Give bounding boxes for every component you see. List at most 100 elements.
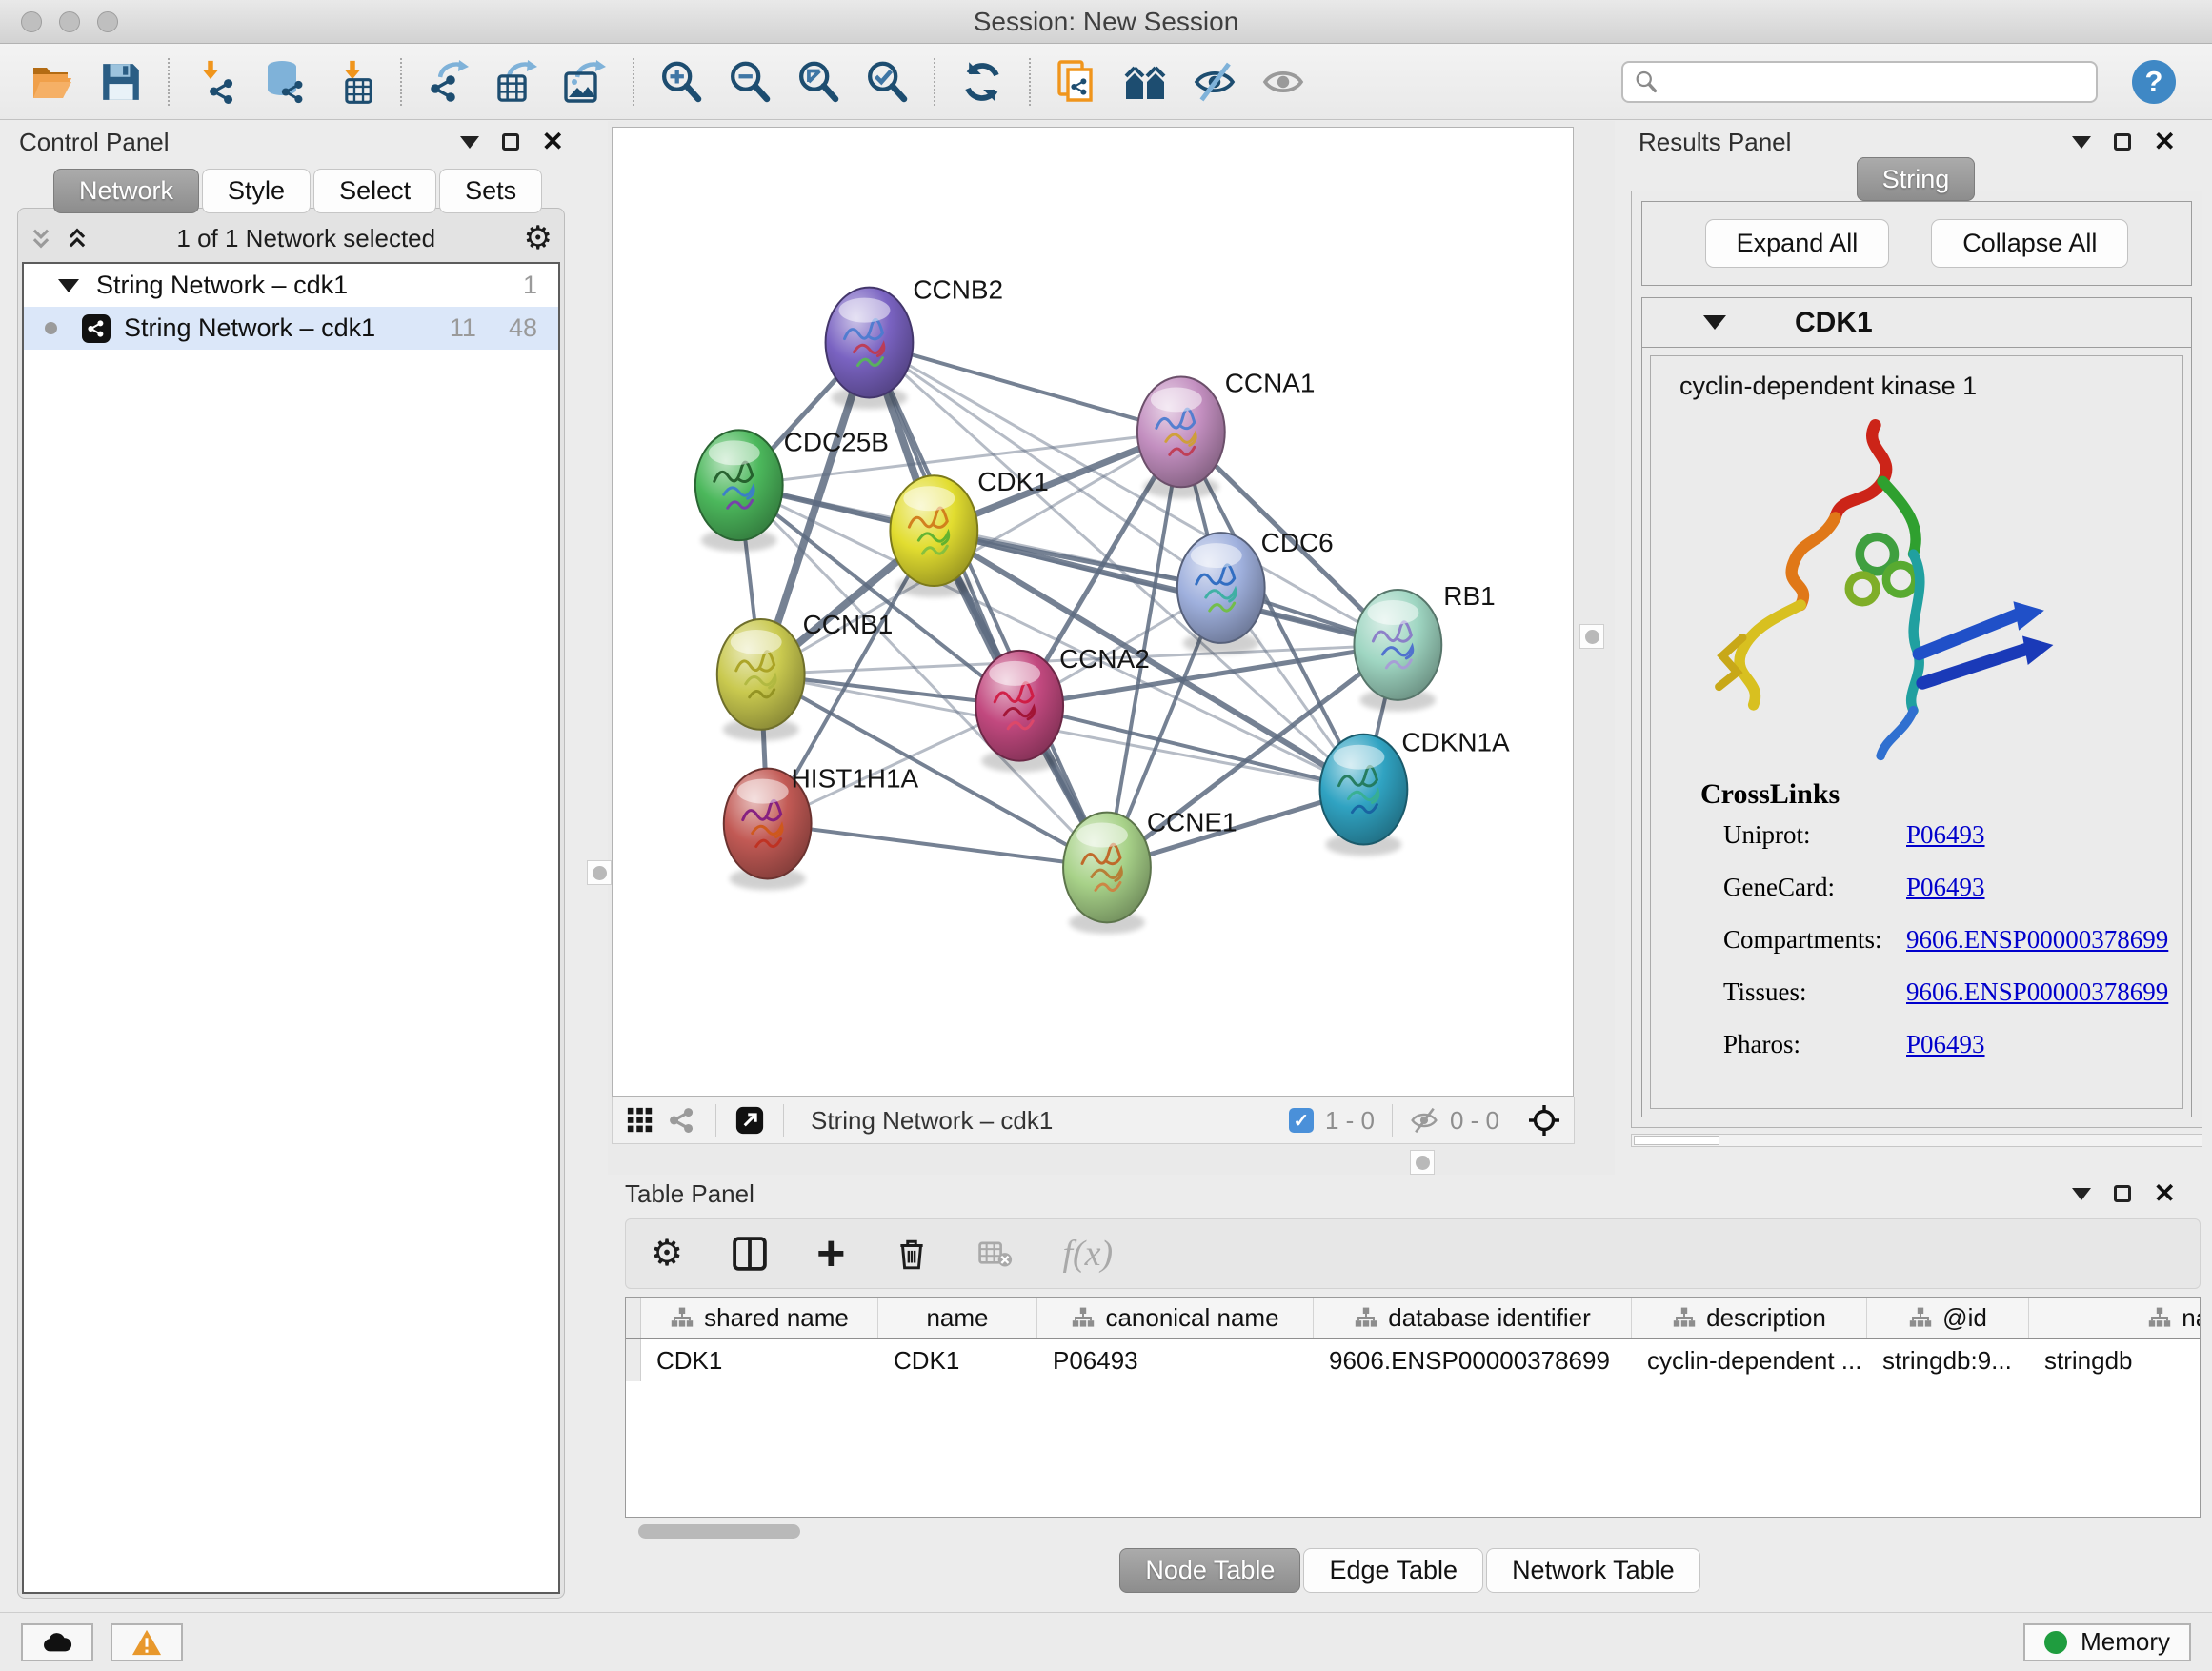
tab-string[interactable]: String	[1857, 157, 1976, 201]
network-row-selected[interactable]: String Network – cdk1 11 48	[24, 307, 558, 350]
hide-selection-button[interactable]	[1185, 54, 1244, 110]
column-header[interactable]: name	[878, 1298, 1037, 1338]
collapse-all-networks-icon[interactable]	[66, 226, 89, 251]
help-button[interactable]: ?	[2132, 60, 2176, 104]
network-options-gear-icon[interactable]: ⚙	[524, 222, 553, 254]
crosslinks-heading: CrossLinks	[1700, 778, 2182, 811]
table-cell[interactable]: 9606.ENSP00000378699	[1314, 1339, 1632, 1381]
crosslink-link[interactable]: P06493	[1906, 873, 1985, 902]
string-network-graph[interactable]: CCNB2CCNA1CDC25BCDK1CDC6RB1CCNB1CCNA2CDK…	[613, 128, 1573, 1096]
warnings-button[interactable]	[111, 1623, 183, 1661]
panel-menu-icon[interactable]	[2072, 136, 2091, 149]
left-splitter-handle[interactable]	[587, 860, 612, 885]
open-session-button[interactable]	[23, 54, 82, 110]
crosslink-link[interactable]: P06493	[1906, 820, 1985, 850]
window-title: Session: New Session	[0, 7, 2212, 37]
table-cell[interactable]: stringdb:9...	[1867, 1339, 2029, 1381]
control-panel-tabs: Network Style Select Sets	[53, 169, 600, 213]
table-cell[interactable]: CDK1	[878, 1339, 1037, 1381]
table-cell[interactable]: CDK1	[641, 1339, 878, 1381]
tab-select[interactable]: Select	[313, 169, 436, 213]
node-label-cdc25b: CDC25B	[784, 427, 889, 456]
zoom-fit-content-button[interactable]	[789, 54, 848, 110]
table-cell[interactable]: P06493	[1037, 1339, 1314, 1381]
column-header[interactable]: description	[1632, 1298, 1867, 1338]
grid-view-icon[interactable]	[626, 1106, 654, 1135]
panel-menu-icon[interactable]	[2072, 1188, 2091, 1200]
toolbar-divider	[400, 58, 402, 106]
show-columns-icon[interactable]	[733, 1237, 767, 1271]
zoom-selected-button[interactable]	[857, 54, 916, 110]
main-toolbar: ?	[0, 44, 2212, 120]
column-header[interactable]: namespace	[2029, 1298, 2201, 1338]
column-header[interactable]: shared name	[641, 1298, 878, 1338]
cloud-status-button[interactable]	[21, 1623, 93, 1661]
import-table-from-file-button[interactable]	[324, 54, 383, 110]
right-splitter-handle[interactable]	[1579, 624, 1604, 649]
tab-edge-table[interactable]: Edge Table	[1303, 1548, 1483, 1593]
crosslink-link[interactable]: P06493	[1906, 1030, 1985, 1059]
search-input[interactable]	[1667, 68, 2084, 95]
panel-close-icon[interactable]: ✕	[542, 129, 564, 155]
table-cell[interactable]: stringdb	[2029, 1339, 2201, 1381]
refresh-view-button[interactable]	[953, 54, 1012, 110]
bottom-splitter-handle[interactable]	[1410, 1150, 1435, 1175]
zoom-in-button[interactable]	[652, 54, 711, 110]
column-header[interactable]: database identifier	[1314, 1298, 1632, 1338]
export-network-button[interactable]	[419, 54, 478, 110]
tab-sets[interactable]: Sets	[439, 169, 542, 213]
panel-float-icon[interactable]	[2114, 1185, 2131, 1202]
memory-status-dot	[2044, 1631, 2067, 1654]
table-options-gear-icon[interactable]: ⚙	[651, 1236, 683, 1272]
network-collection-row[interactable]: String Network – cdk1 1	[24, 264, 558, 307]
collection-expand-icon[interactable]	[58, 279, 79, 292]
table-cell[interactable]: cyclin-dependent ...	[1632, 1339, 1867, 1381]
detach-view-icon[interactable]	[735, 1106, 764, 1135]
network-canvas[interactable]: CCNB2CCNA1CDC25BCDK1CDC6RB1CCNB1CCNA2CDK…	[612, 127, 1574, 1097]
panel-close-icon[interactable]: ✕	[2154, 1180, 2176, 1207]
create-column-icon[interactable]: +	[816, 1237, 845, 1271]
panel-menu-icon[interactable]	[460, 136, 479, 149]
panel-float-icon[interactable]	[2114, 133, 2131, 151]
memory-button[interactable]: Memory	[2023, 1623, 2191, 1661]
save-session-button[interactable]	[91, 54, 151, 110]
panel-float-icon[interactable]	[502, 133, 519, 151]
results-scrollbar[interactable]	[1631, 1134, 2202, 1147]
collection-count: 1	[523, 271, 537, 300]
crosslink-row: Uniprot:P06493	[1723, 820, 2182, 850]
import-network-from-file-button[interactable]	[187, 54, 246, 110]
birds-eye-view-icon[interactable]	[1528, 1104, 1560, 1137]
zoom-out-button[interactable]	[720, 54, 779, 110]
expand-all-button[interactable]: Expand All	[1705, 219, 1890, 268]
search-field[interactable]	[1621, 61, 2098, 103]
tab-network[interactable]: Network	[53, 169, 199, 213]
app-window: Session: New Session	[0, 0, 2212, 1671]
tab-network-table[interactable]: Network Table	[1486, 1548, 1700, 1593]
column-header[interactable]: @id	[1867, 1298, 2029, 1338]
selected-nodes-checkbox[interactable]: ✓	[1289, 1108, 1314, 1133]
tab-node-table[interactable]: Node Table	[1119, 1548, 1300, 1593]
first-neighbors-button[interactable]	[1116, 54, 1176, 110]
import-network-from-database-button[interactable]	[255, 54, 314, 110]
crosslink-link[interactable]: 9606.ENSP00000378699	[1906, 977, 2168, 1007]
node-label-ccnb2: CCNB2	[913, 275, 1003, 305]
protein-collapse-icon[interactable]	[1703, 315, 1726, 330]
shared-column-icon	[670, 1306, 694, 1329]
column-header[interactable]: canonical name	[1037, 1298, 1314, 1338]
network-overview-icon[interactable]	[668, 1106, 696, 1135]
export-table-button[interactable]	[488, 54, 547, 110]
show-hidden-button[interactable]	[1254, 54, 1313, 110]
table-row[interactable]: CDK1CDK1P064939606.ENSP00000378699cyclin…	[626, 1339, 2200, 1381]
delete-column-icon[interactable]	[895, 1237, 929, 1271]
table-horizontal-scrollbar[interactable]	[625, 1523, 2201, 1540]
network-edge[interactable]	[768, 824, 1107, 868]
collapse-all-button[interactable]: Collapse All	[1931, 219, 2128, 268]
crosslink-link[interactable]: 9606.ENSP00000378699	[1906, 925, 2168, 955]
panel-close-icon[interactable]: ✕	[2154, 129, 2176, 155]
tab-style[interactable]: Style	[202, 169, 311, 213]
network-edge[interactable]	[869, 343, 1180, 433]
new-network-from-selection-button[interactable]	[1048, 54, 1107, 110]
expand-all-networks-icon[interactable]	[30, 226, 52, 251]
node-label-hist1h1a: HIST1H1A	[792, 764, 919, 794]
export-image-button[interactable]	[556, 54, 615, 110]
